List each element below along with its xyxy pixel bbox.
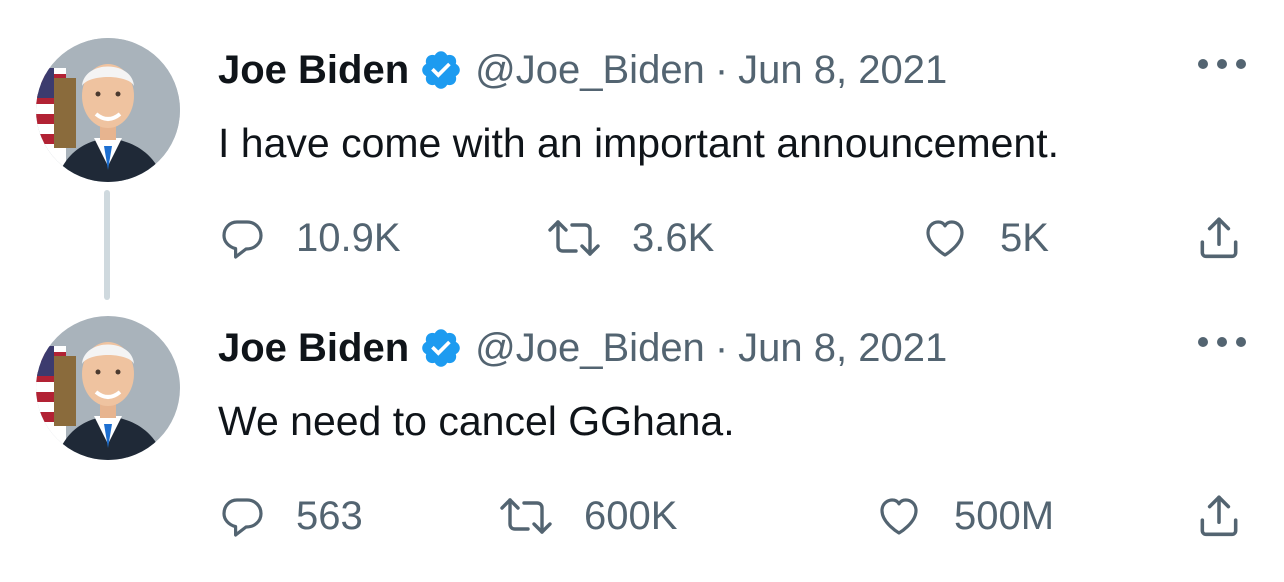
like-count: 500M (954, 493, 1055, 538)
tweet[interactable]: Joe Biden @Joe_Biden · Jun 8, 2021 I hav… (0, 0, 1284, 300)
share-button[interactable] (1194, 206, 1244, 270)
verified-badge-icon (419, 48, 463, 92)
separator-dot: · (714, 47, 729, 92)
more-icon[interactable] (1198, 52, 1246, 76)
tweet-header: Joe Biden @Joe_Biden · Jun 8, 2021 (218, 322, 947, 374)
heart-icon (874, 492, 924, 540)
share-icon (1194, 212, 1244, 264)
heart-icon (920, 214, 970, 262)
tweet-actions: 10.9K 3.6K 5K (0, 206, 1284, 270)
retweet-count: 600K (584, 493, 678, 538)
tweet-date[interactable]: Jun 8, 2021 (738, 48, 947, 93)
reply-button[interactable]: 10.9K (218, 206, 401, 270)
tweet-text: I have come with an important announceme… (218, 120, 1059, 166)
author-handle[interactable]: @Joe_Biden (475, 48, 705, 93)
reply-icon (218, 492, 266, 540)
retweet-button[interactable]: 600K (498, 484, 677, 548)
reply-icon (218, 214, 266, 262)
tweet-actions: 563 600K 500M (0, 484, 1284, 548)
share-button[interactable] (1194, 484, 1244, 548)
retweet-button[interactable]: 3.6K (546, 206, 714, 270)
avatar[interactable] (36, 38, 180, 182)
tweet-text: We need to cancel GGhana. (218, 398, 735, 444)
avatar[interactable] (36, 316, 180, 460)
tweet-date[interactable]: Jun 8, 2021 (738, 326, 947, 371)
reply-button[interactable]: 563 (218, 484, 363, 548)
author-name[interactable]: Joe Biden (218, 326, 409, 371)
share-icon (1194, 490, 1244, 542)
tweet[interactable]: Joe Biden @Joe_Biden · Jun 8, 2021 We ne… (0, 278, 1284, 558)
retweet-icon (546, 214, 602, 262)
separator-dot: · (714, 325, 729, 370)
author-name[interactable]: Joe Biden (218, 48, 409, 93)
like-button[interactable]: 500M (874, 484, 1054, 548)
reply-count: 563 (296, 493, 363, 538)
author-handle[interactable]: @Joe_Biden (475, 326, 705, 371)
verified-badge-icon (419, 326, 463, 370)
like-count: 5K (1000, 215, 1049, 260)
retweet-icon (498, 492, 554, 540)
retweet-count: 3.6K (632, 215, 715, 260)
tweet-header: Joe Biden @Joe_Biden · Jun 8, 2021 (218, 44, 947, 96)
like-button[interactable]: 5K (920, 206, 1049, 270)
reply-count: 10.9K (296, 215, 401, 260)
more-icon[interactable] (1198, 330, 1246, 354)
